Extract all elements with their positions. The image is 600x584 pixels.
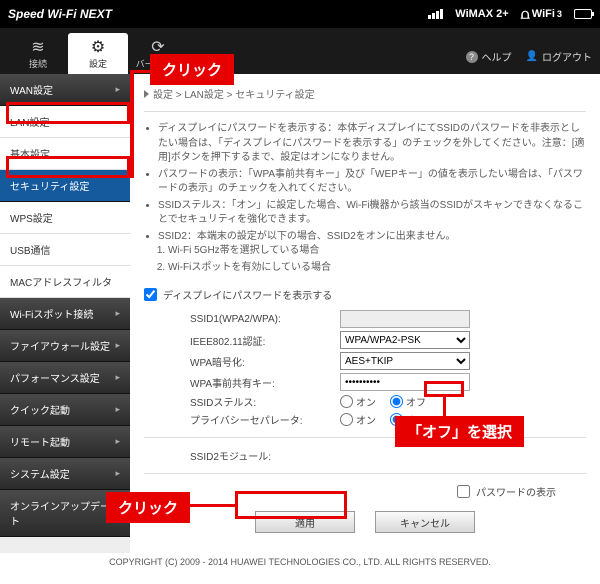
brand: Speed Wi-Fi NEXT <box>8 7 112 21</box>
enc-label: WPA暗号化: <box>190 354 340 369</box>
triangle-icon <box>144 90 149 98</box>
cancel-button[interactable]: キャンセル <box>375 511 475 533</box>
sidebar-quickstart[interactable]: クイック起動▸ <box>0 394 130 426</box>
show-password-checkbox[interactable] <box>457 485 470 498</box>
stealth-on-radio[interactable] <box>340 395 353 408</box>
psk-label: WPA事前共有キー: <box>190 375 340 390</box>
gear-icon: ⚙ <box>68 37 128 57</box>
sidebar-system[interactable]: システム設定▸ <box>0 458 130 490</box>
sidebar-macfilter[interactable]: MACアドレスフィルタ <box>0 266 130 298</box>
refresh-icon: ⟳ <box>128 37 188 57</box>
user-icon: 👤 <box>526 51 538 62</box>
chevron-right-icon: ▸ <box>115 84 120 95</box>
sidebar-remotestart[interactable]: リモート起動▸ <box>0 426 130 458</box>
content: 設定 > LAN設定 > セキュリティ設定 ディスプレイにパスワードを表示する：… <box>130 74 600 553</box>
sidebar-update[interactable]: オンラインアップデート▸ <box>0 490 130 537</box>
copyright: COPYRIGHT (C) 2009 - 2014 HUAWEI TECHNOL… <box>0 553 600 575</box>
signal-icon <box>428 9 443 19</box>
battery-icon <box>574 9 592 19</box>
tab-connection[interactable]: ≋接続 <box>8 33 68 74</box>
sidebar-wifispot[interactable]: Wi-Fiスポット接続▸ <box>0 298 130 330</box>
tab-version[interactable]: ⟳バージョン <box>128 33 188 74</box>
help-link[interactable]: ?ヘルプ <box>466 49 512 64</box>
ssid1-label: SSID1(WPA2/WPA): <box>190 314 340 325</box>
privacy-label: プライバシーセパレータ: <box>190 412 340 427</box>
ssid2-label: SSID2モジュール: <box>190 448 340 463</box>
show-password-label: パスワードの表示 <box>476 484 556 499</box>
sidebar-performance[interactable]: パフォーマンス設定▸ <box>0 362 130 394</box>
stealth-off-radio[interactable] <box>390 395 403 408</box>
sidebar-basic[interactable]: 基本設定 <box>0 138 130 170</box>
breadcrumb: 設定 > LAN設定 > セキュリティ設定 <box>144 86 586 101</box>
enc-select[interactable]: AES+TKIP <box>340 352 470 370</box>
navbar: ≋接続 ⚙設定 ⟳バージョン ?ヘルプ 👤ログアウト <box>0 28 600 74</box>
auth-select[interactable]: WPA/WPA2-PSK <box>340 331 470 349</box>
tab-settings[interactable]: ⚙設定 <box>68 33 128 74</box>
description-list: ディスプレイにパスワードを表示する：本体ディスプレイにてSSIDのパスワードを非… <box>144 122 586 275</box>
privacy-on-radio[interactable] <box>340 413 353 426</box>
wimax-label: WiMAX 2+ <box>455 8 508 20</box>
sidebar-wps[interactable]: WPS設定 <box>0 202 130 234</box>
logout-link[interactable]: 👤ログアウト <box>526 49 592 64</box>
sidebar-lan[interactable]: LAN設定 <box>0 106 130 138</box>
ssid1-input[interactable] <box>340 310 470 328</box>
topbar: Speed Wi-Fi NEXT WiMAX 2+ ⩍WiFi3 <box>0 0 600 28</box>
psk-input[interactable] <box>340 373 470 391</box>
stealth-label: SSIDステルス: <box>190 394 340 409</box>
auth-label: IEEE802.11認証: <box>190 333 340 348</box>
sidebar-firewall[interactable]: ファイアウォール設定▸ <box>0 330 130 362</box>
display-password-label: ディスプレイにパスワードを表示する <box>163 287 332 302</box>
sidebar-wan[interactable]: WAN設定▸ <box>0 74 130 106</box>
help-icon: ? <box>466 51 478 63</box>
status-area: WiMAX 2+ ⩍WiFi3 <box>428 6 592 23</box>
wifi-icon: ≋ <box>8 37 68 57</box>
wifi-label: ⩍WiFi3 <box>521 6 562 23</box>
display-password-checkbox[interactable] <box>144 288 157 301</box>
privacy-off-radio[interactable] <box>390 413 403 426</box>
apply-button[interactable]: 適用 <box>255 511 355 533</box>
sidebar: WAN設定▸ LAN設定 基本設定 セキュリティ設定 WPS設定 USB通信 M… <box>0 74 130 553</box>
sidebar-security[interactable]: セキュリティ設定 <box>0 170 130 202</box>
sidebar-usb[interactable]: USB通信 <box>0 234 130 266</box>
